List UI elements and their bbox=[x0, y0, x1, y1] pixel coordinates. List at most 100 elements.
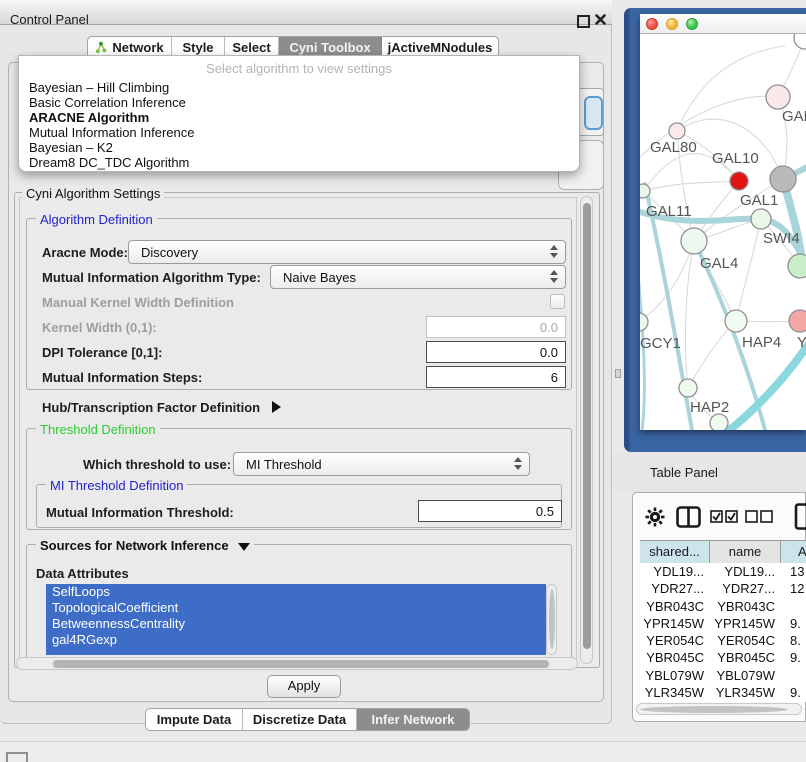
mi-algorithm-type-label: Mutual Information Algorithm Type: bbox=[42, 270, 261, 285]
float-window-icon[interactable] bbox=[577, 15, 590, 28]
stepper-arrows-icon bbox=[514, 457, 522, 470]
bottom-strip bbox=[0, 741, 806, 762]
dropdown-item-basic-correlation-inference[interactable]: Basic Correlation Inference bbox=[19, 95, 579, 110]
mi-threshold-label: Mutual Information Threshold: bbox=[46, 505, 234, 520]
node-label-gal11: GAL11 bbox=[646, 203, 692, 220]
node-gal-partial[interactable] bbox=[766, 85, 790, 109]
table-row[interactable]: YER054CYER054C8. bbox=[640, 632, 806, 649]
hub-definition-toggle[interactable]: Hub/Transcription Factor Definition bbox=[42, 400, 281, 415]
network-edge[interactable] bbox=[686, 241, 694, 388]
node-red[interactable] bbox=[730, 172, 748, 190]
column-header-name[interactable]: name bbox=[710, 541, 781, 563]
close-traffic-light-icon[interactable] bbox=[646, 18, 658, 30]
network-edge[interactable] bbox=[722, 342, 806, 430]
table-row[interactable]: YIL052CYIL052C0. bbox=[640, 701, 806, 702]
dropdown-item-bayesian-k2[interactable]: Bayesian – K2 bbox=[19, 140, 579, 155]
node-gal80[interactable] bbox=[669, 123, 685, 139]
gear-icon[interactable] bbox=[644, 506, 666, 528]
network-edge[interactable] bbox=[736, 219, 761, 321]
expand-arrow-icon[interactable] bbox=[272, 401, 281, 413]
control-panel-titlebar bbox=[0, 0, 612, 25]
desktop: Control Panel NetworkStyleSelectCyni Too… bbox=[0, 0, 806, 762]
table-cell: YBR043C bbox=[640, 598, 710, 615]
dropdown-item-bayesian-hill-climbing[interactable]: Bayesian – Hill Climbing bbox=[19, 80, 579, 95]
collapse-arrow-icon[interactable] bbox=[238, 543, 250, 551]
attributes-scrollbar[interactable] bbox=[546, 584, 557, 655]
table-cell: YDL19... bbox=[640, 563, 710, 580]
table-row[interactable]: YBL079WYBL079W bbox=[640, 667, 806, 684]
mi-threshold-definition-title: MI Threshold Definition bbox=[46, 478, 187, 493]
node-gal10[interactable] bbox=[770, 166, 796, 192]
table-body[interactable]: YDL19...YDL19...13YDR27...YDR27...12YBR0… bbox=[640, 563, 806, 702]
node-hap4[interactable] bbox=[725, 310, 747, 332]
apply-button[interactable]: Apply bbox=[267, 675, 341, 698]
settings-vertical-scrollbar[interactable] bbox=[580, 196, 593, 664]
dropdown-item-aracne-algorithm[interactable]: ARACNE Algorithm bbox=[19, 110, 579, 125]
node-hap2[interactable] bbox=[679, 379, 697, 397]
aracne-mode-select[interactable]: Discovery bbox=[128, 240, 566, 264]
table-row[interactable]: YLR345WYLR345W9. bbox=[640, 684, 806, 701]
node-unlabeled-top[interactable] bbox=[794, 34, 806, 49]
network-window-titlebar[interactable] bbox=[640, 14, 806, 34]
table-cell: 9. bbox=[781, 684, 806, 701]
deselect-checkboxes-icon[interactable] bbox=[745, 510, 773, 523]
table-panel-title: Table Panel bbox=[650, 465, 718, 480]
table-header-row[interactable]: shared...nameA bbox=[640, 540, 806, 564]
attribute-item-gal4rgexp[interactable]: gal4RGexp bbox=[46, 632, 546, 648]
column-header-a[interactable]: A bbox=[781, 541, 806, 563]
tab-label: jActiveMNodules bbox=[388, 40, 493, 55]
node-gal11[interactable] bbox=[640, 184, 650, 198]
close-icon[interactable] bbox=[594, 13, 607, 26]
kernel-width-field[interactable]: 0.0 bbox=[426, 316, 566, 338]
sources-title: Sources for Network Inference bbox=[40, 538, 229, 553]
settings-horizontal-scrollbar[interactable] bbox=[16, 657, 578, 670]
sources-toggle[interactable]: Sources for Network Inference bbox=[36, 538, 254, 553]
table-cell: YBR045C bbox=[710, 649, 781, 666]
tab-discretize-data[interactable]: Discretize Data bbox=[243, 709, 357, 730]
dropdown-item-dream8-dc-tdc-algorithm[interactable]: Dream8 DC_TDC Algorithm bbox=[19, 155, 579, 170]
mi-algorithm-type-select[interactable]: Naive Bayes bbox=[270, 265, 566, 289]
zoom-traffic-light-icon[interactable] bbox=[686, 18, 698, 30]
node-gal1[interactable] bbox=[751, 209, 771, 229]
attribute-item-topologicalcoefficient[interactable]: TopologicalCoefficient bbox=[46, 600, 546, 616]
node-bottom[interactable] bbox=[710, 414, 728, 430]
document-icon[interactable] bbox=[794, 503, 806, 530]
table-row[interactable]: YDR27...YDR27...12 bbox=[640, 580, 806, 597]
network-canvas[interactable]: GAL80GAL10GAL1GAL11SWI4GAL4GCY1HAP4HAP2G… bbox=[640, 34, 806, 430]
table-row[interactable]: YBR045CYBR045C9. bbox=[640, 649, 806, 666]
node-label-gal: GAL bbox=[782, 108, 806, 125]
select-checkboxes-icon[interactable] bbox=[710, 510, 738, 523]
network-edge[interactable] bbox=[643, 181, 739, 191]
node-gal4[interactable] bbox=[681, 228, 707, 254]
splitter-handle[interactable] bbox=[615, 369, 621, 378]
dpi-tolerance-field[interactable]: 0.0 bbox=[426, 341, 566, 363]
scrollbar-thumb[interactable] bbox=[549, 589, 555, 649]
scrollbar-thumb[interactable] bbox=[53, 660, 549, 668]
focused-combo-fragment bbox=[584, 96, 603, 130]
scrollbar-thumb[interactable] bbox=[640, 706, 788, 713]
minimize-traffic-light-icon[interactable] bbox=[666, 18, 678, 30]
column-header-shared-[interactable]: shared... bbox=[640, 541, 710, 563]
minimized-panel-icon[interactable] bbox=[6, 752, 28, 762]
table-row[interactable]: YDL19...YDL19...13 bbox=[640, 563, 806, 580]
table-horizontal-scrollbar[interactable] bbox=[636, 703, 802, 715]
columns-icon[interactable] bbox=[676, 506, 701, 528]
attribute-item-betweennesscentrality[interactable]: BetweennessCentrality bbox=[46, 616, 546, 632]
network-edge[interactable] bbox=[688, 321, 736, 388]
mi-threshold-field[interactable]: 0.5 bbox=[418, 500, 562, 522]
tab-infer-network[interactable]: Infer Network bbox=[357, 709, 469, 730]
attribute-item-partial[interactable] bbox=[46, 648, 546, 655]
attribute-item-selfloops[interactable]: SelfLoops bbox=[46, 584, 546, 600]
scrollbar-thumb[interactable] bbox=[583, 203, 591, 649]
manual-kernel-width-checkbox[interactable] bbox=[550, 294, 565, 309]
tab-label: Cyni Toolbox bbox=[289, 40, 370, 55]
table-row[interactable]: YBR043CYBR043C bbox=[640, 598, 806, 615]
table-row[interactable]: YPR145WYPR145W9. bbox=[640, 615, 806, 632]
data-attributes-list[interactable]: SelfLoopsTopologicalCoefficientBetweenne… bbox=[46, 584, 546, 655]
mi-steps-field[interactable]: 6 bbox=[426, 366, 566, 388]
node-swi4[interactable] bbox=[788, 254, 806, 278]
dropdown-item-mutual-information-inference[interactable]: Mutual Information Inference bbox=[19, 125, 579, 140]
which-threshold-select[interactable]: MI Threshold bbox=[233, 452, 530, 476]
tab-impute-data[interactable]: Impute Data bbox=[146, 709, 243, 730]
node-y-partial[interactable] bbox=[789, 310, 806, 332]
